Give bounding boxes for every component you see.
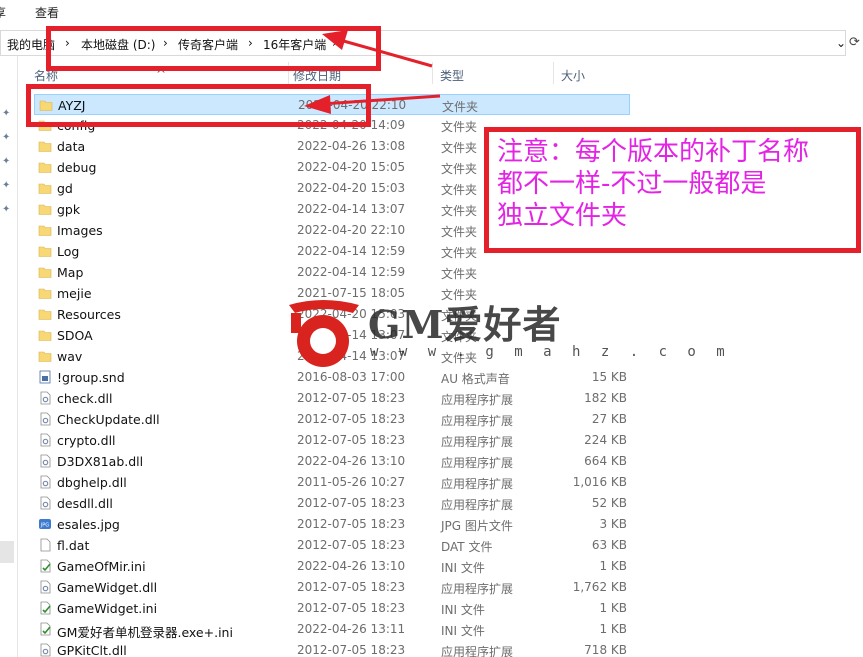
annotation-line-3: 独立文件夹 [497,201,628,231]
arrow-head-icon [304,95,331,114]
annotation-line-1: 注意：每个版本的补丁名称 [497,137,810,167]
arrow-head-icon [322,30,348,50]
watermark-url: w w w . g m a h z . c o m [370,344,731,360]
arrow-to-address [339,38,433,68]
arrow-to-folder [321,94,441,106]
watermark-title: GM爱好者 [368,302,562,347]
watermark-logo-icon [289,300,359,367]
annotation-line-2: 都不一样-不过一般都是 [497,169,767,199]
annotation-note: 注意：每个版本的补丁名称 都不一样-不过一般都是 独立文件夹 [497,136,852,232]
